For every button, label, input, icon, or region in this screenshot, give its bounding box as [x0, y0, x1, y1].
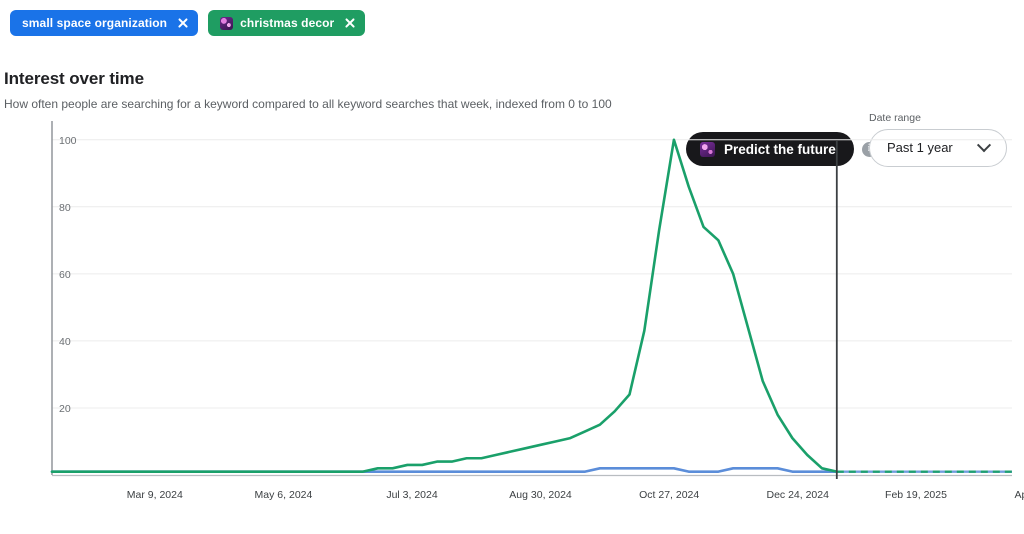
keyword-chips-bar: small space organization christmas decor	[0, 0, 1024, 40]
x-axis-tick-label: Feb 19, 2025	[885, 489, 947, 501]
y-axis-tick-label: 60	[59, 269, 71, 281]
keyword-chip-label: christmas decor	[240, 16, 335, 30]
x-axis-tick-label: Mar 9, 2024	[127, 489, 183, 501]
interest-over-time-chart[interactable]: 20 40 60 80 100 Mar 9, 2024 May 6, 2024 Jul 3, …	[0, 118, 1024, 508]
sparkle-icon	[220, 16, 234, 30]
header-section: Interest over time How often people are …	[0, 40, 1024, 167]
chart-canvas: 20 40 60 80 100 Mar 9, 2024 May 6, 2024 Jul 3, …	[50, 121, 1024, 501]
y-axis-tick-label: 80	[59, 202, 71, 214]
x-axis-tick-label: Aug 30, 2024	[509, 489, 572, 501]
y-axis-tick-label: 20	[59, 403, 71, 415]
x-axis-tick-label: Jul 3, 2024	[386, 489, 438, 501]
x-axis-tick-label: Apr 18, 2025	[1014, 489, 1024, 501]
y-axis-tick-label: 100	[59, 135, 77, 147]
page-subtitle: How often people are searching for a key…	[4, 96, 612, 111]
close-icon[interactable]	[176, 16, 190, 30]
keyword-chip-label: small space organization	[22, 16, 168, 30]
x-axis-tick-label: Oct 27, 2024	[639, 489, 699, 501]
keyword-chip-small-space-organization[interactable]: small space organization	[10, 10, 199, 36]
series-line-christmas-decor	[50, 138, 839, 473]
x-axis-tick-label: May 6, 2024	[255, 489, 313, 501]
close-icon[interactable]	[343, 16, 357, 30]
page-title: Interest over time	[4, 69, 144, 88]
y-axis-tick-label: 40	[59, 336, 71, 348]
x-axis-tick-label: Dec 24, 2024	[766, 489, 829, 501]
keyword-chip-christmas-decor[interactable]: christmas decor	[208, 10, 366, 36]
